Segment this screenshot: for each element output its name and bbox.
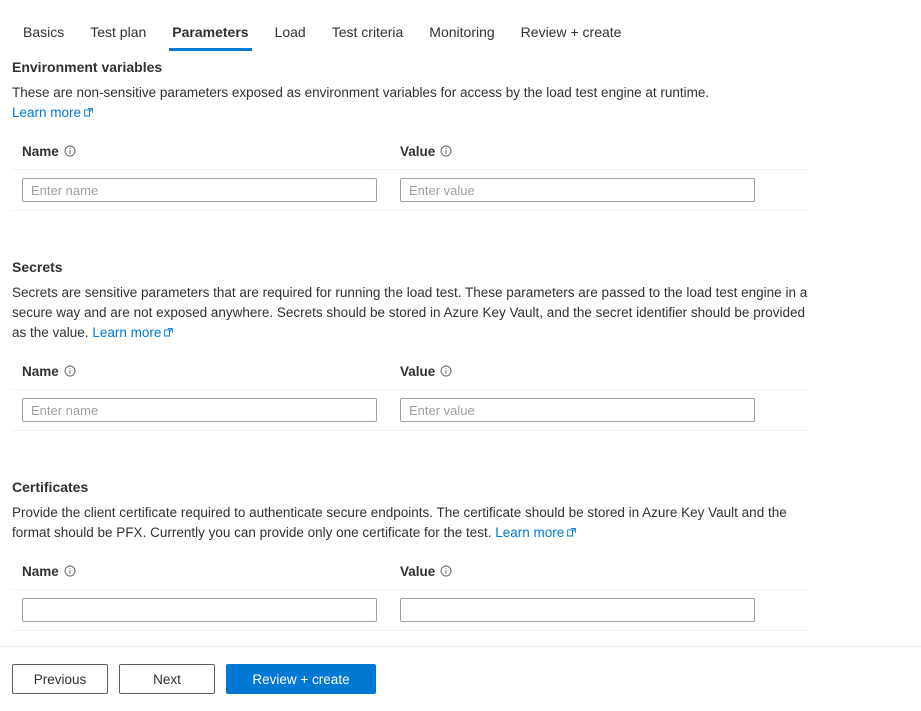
learn-more-link-certificates[interactable]: Learn more — [495, 525, 577, 540]
cell-value — [400, 398, 770, 422]
learn-more-label-certificates: Learn more — [495, 525, 565, 540]
column-header-name-label: Name — [22, 144, 59, 159]
secrets-table: Name Value — [12, 363, 808, 431]
tab-test-plan[interactable]: Test plan — [77, 0, 159, 42]
learn-more-link-environment-variables[interactable]: Learn more — [12, 105, 93, 120]
section-environment-variables: Environment variables These are non-sens… — [12, 57, 921, 211]
info-circle-icon[interactable] — [440, 565, 452, 577]
column-header-value: Value — [400, 563, 452, 581]
section-description-certificates: Provide the client certificate required … — [12, 503, 812, 543]
section-title-certificates: Certificates — [12, 479, 89, 495]
table-row — [12, 589, 808, 631]
info-circle-icon[interactable] — [64, 365, 76, 377]
previous-button[interactable]: Previous — [12, 664, 108, 694]
table-row — [12, 389, 808, 431]
certificates-table: Name Value — [12, 563, 808, 631]
tab-load[interactable]: Load — [262, 0, 319, 42]
section-description-text-certificates: Provide the client certificate required … — [12, 505, 787, 540]
section-description-secrets: Secrets are sensitive parameters that ar… — [12, 283, 812, 343]
parameters-form-content: Environment variables These are non-sens… — [0, 57, 921, 646]
review-create-button[interactable]: Review + create — [226, 664, 376, 694]
cell-value — [400, 178, 770, 202]
section-secrets: Secrets Secrets are sensitive parameters… — [12, 257, 921, 431]
cell-name — [22, 398, 400, 422]
certificate-value-input[interactable] — [400, 598, 755, 622]
section-title-environment-variables: Environment variables — [12, 59, 163, 75]
tab-basics[interactable]: Basics — [10, 0, 77, 42]
info-circle-icon[interactable] — [64, 565, 76, 577]
tab-monitoring[interactable]: Monitoring — [416, 0, 507, 42]
secrets-table-header: Name Value — [12, 363, 808, 389]
wizard-footer-command-bar: Previous Next Review + create — [0, 646, 921, 711]
secret-value-input[interactable] — [400, 398, 755, 422]
column-header-value-label: Value — [400, 364, 436, 379]
learn-more-link-secrets[interactable]: Learn more — [92, 325, 174, 340]
section-description-text-environment-variables: These are non-sensitive parameters expos… — [12, 85, 710, 100]
column-header-name: Name — [22, 363, 400, 381]
table-row — [12, 169, 808, 211]
env-var-value-input[interactable] — [400, 178, 755, 202]
environment-variables-table: Name Value — [12, 143, 808, 211]
column-header-value-label: Value — [400, 144, 436, 159]
column-header-name-label: Name — [22, 564, 59, 579]
tab-test-criteria[interactable]: Test criteria — [319, 0, 417, 42]
column-header-value-label: Value — [400, 564, 436, 579]
info-circle-icon[interactable] — [440, 145, 452, 157]
section-title-secrets: Secrets — [12, 259, 63, 275]
wizard-tab-strip: Basics Test plan Parameters Load Test cr… — [0, 0, 921, 57]
tab-review-create[interactable]: Review + create — [508, 0, 635, 42]
env-var-name-input[interactable] — [22, 178, 377, 202]
certificate-name-input[interactable] — [22, 598, 377, 622]
cell-name — [22, 178, 400, 202]
external-link-icon — [164, 328, 174, 337]
column-header-name: Name — [22, 563, 400, 581]
column-header-value: Value — [400, 143, 452, 161]
cell-name — [22, 598, 400, 622]
learn-more-label-environment-variables: Learn more — [12, 105, 82, 120]
certificates-table-header: Name Value — [12, 563, 808, 589]
column-header-name-label: Name — [22, 364, 59, 379]
info-circle-icon[interactable] — [64, 145, 76, 157]
tab-parameters[interactable]: Parameters — [159, 0, 261, 51]
section-description-environment-variables: These are non-sensitive parameters expos… — [12, 83, 812, 123]
cell-value — [400, 598, 770, 622]
section-certificates: Certificates Provide the client certific… — [12, 477, 921, 631]
environment-variables-table-header: Name Value — [12, 143, 808, 169]
learn-more-label-secrets: Learn more — [92, 325, 162, 340]
column-header-value: Value — [400, 363, 452, 381]
secret-name-input[interactable] — [22, 398, 377, 422]
info-circle-icon[interactable] — [440, 365, 452, 377]
external-link-icon — [84, 108, 93, 117]
next-button[interactable]: Next — [119, 664, 215, 694]
column-header-name: Name — [22, 143, 400, 161]
external-link-icon — [567, 528, 577, 537]
